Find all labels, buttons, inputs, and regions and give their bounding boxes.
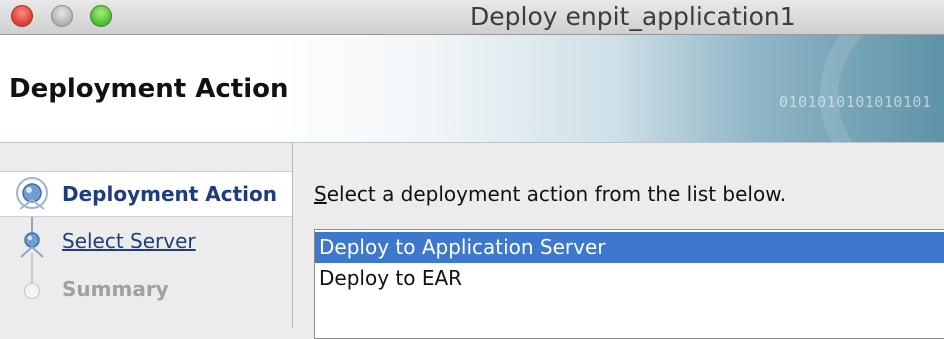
instruction-label: Select a deployment action from the list… [314,182,786,206]
minimize-window-button[interactable] [51,5,73,27]
list-item-deploy-to-application-server[interactable]: Deploy to Application Server [315,232,944,263]
window-title: Deploy enpit_application1 [470,2,796,31]
zoom-window-button[interactable] [90,5,112,27]
step-summary: Summary [0,269,292,315]
header-binary-decoration: 0101010101010101 [779,93,932,111]
step-pending-icon [24,283,40,299]
step-select-server[interactable]: Select Server [0,221,292,267]
page-title: Deployment Action [9,74,289,104]
instruction-mnemonic: S [314,182,327,206]
wizard-header: Deployment Action 0101010101010101 [0,35,944,143]
deployment-action-list[interactable]: Deploy to Application Server Deploy to E… [314,229,944,339]
step-person-icon [20,232,44,258]
list-item-deploy-to-ear[interactable]: Deploy to EAR [315,263,944,294]
header-decoration [820,35,944,142]
window-title-bar: Deploy enpit_application1 [0,0,944,35]
current-step-icon [16,177,48,210]
step-label: Deployment Action [62,182,278,206]
step-label[interactable]: Select Server [62,229,196,253]
instruction-text: elect a deployment action from the list … [326,182,787,206]
close-window-button[interactable] [11,5,33,27]
wizard-content: Select a deployment action from the list… [293,143,944,339]
wizard-steps-nav: Deployment Action Select Server Summary [0,143,293,328]
step-label: Summary [62,277,169,301]
step-deployment-action[interactable]: Deployment Action [0,171,292,217]
